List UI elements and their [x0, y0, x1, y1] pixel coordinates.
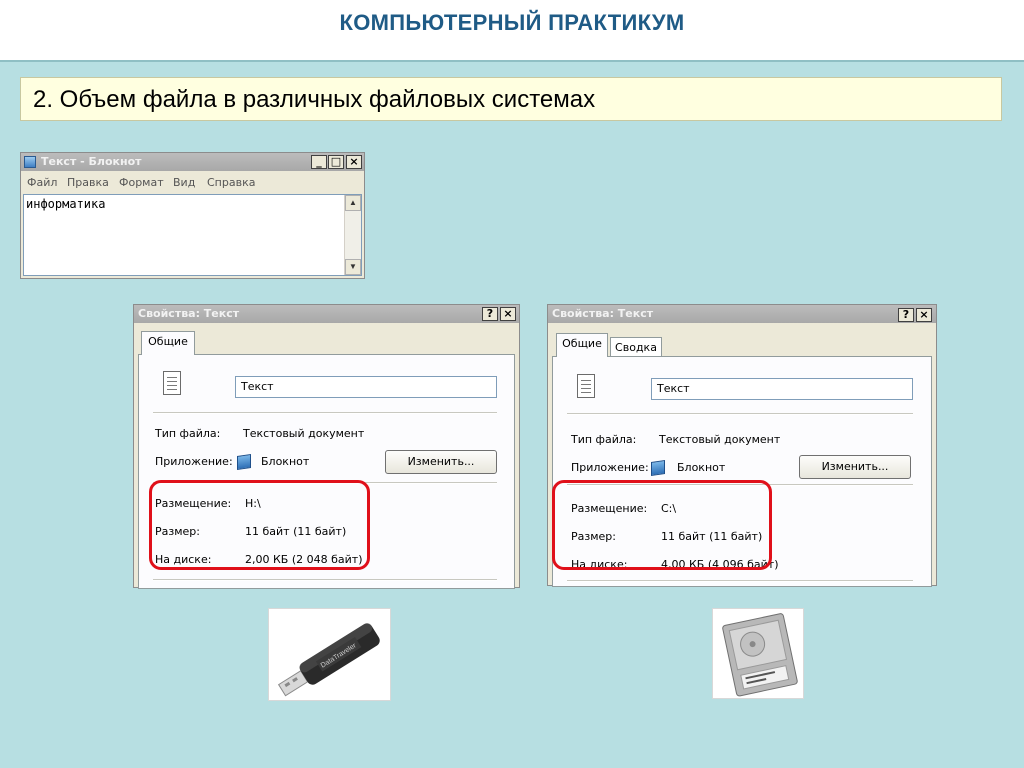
subtitle-text: 2. Объем файла в различных файловых сист…: [33, 86, 596, 113]
hard-disk-photo: [712, 608, 804, 699]
text-document-icon: [577, 374, 595, 398]
tab-summary[interactable]: Сводка: [610, 337, 662, 357]
close-button[interactable]: ×: [916, 308, 932, 322]
menu-file[interactable]: Файл: [27, 176, 57, 189]
tab-general[interactable]: Общие: [141, 331, 195, 355]
menu-help[interactable]: Справка: [207, 176, 255, 189]
scroll-up-icon[interactable]: ▲: [345, 195, 361, 211]
menu-view[interactable]: Вид: [173, 176, 195, 189]
hard-disk-drive-icon: [713, 609, 803, 698]
change-button[interactable]: Изменить...: [799, 455, 911, 479]
file-type-label: Тип файла:: [571, 433, 637, 446]
maximize-button[interactable]: □: [328, 155, 344, 169]
usb-flash-drive-icon: DataTraveler: [269, 609, 390, 700]
vertical-scrollbar[interactable]: ▲ ▼: [344, 195, 361, 275]
separator: [567, 580, 913, 582]
file-name-input[interactable]: Текст: [651, 378, 913, 400]
close-button[interactable]: ×: [500, 307, 516, 321]
usb-flash-drive-photo: DataTraveler: [268, 608, 391, 701]
application-label: Приложение:: [571, 461, 649, 474]
file-name-input[interactable]: Текст: [235, 376, 497, 398]
text-document-icon: [163, 371, 181, 395]
notepad-window: Текст - Блокнот _ □ × Файл Правка Формат…: [20, 152, 365, 279]
minimize-button[interactable]: _: [311, 155, 327, 169]
highlight-frame-left: [149, 480, 370, 570]
file-type-value: Текстовый документ: [659, 433, 781, 446]
dialog-left-titlebar[interactable]: Свойства: Текст ? ×: [134, 305, 519, 323]
menu-format[interactable]: Формат: [119, 176, 164, 189]
slide-header: КОМПЬЮТЕРНЫЙ ПРАКТИКУМ: [0, 0, 1024, 62]
notepad-icon: [24, 156, 36, 168]
scroll-down-icon[interactable]: ▼: [345, 259, 361, 275]
help-button[interactable]: ?: [898, 308, 914, 322]
application-value: Блокнот: [261, 455, 310, 468]
application-value: Блокнот: [677, 461, 726, 474]
slide-title: КОМПЬЮТЕРНЫЙ ПРАКТИКУМ: [339, 10, 685, 35]
menu-edit[interactable]: Правка: [67, 176, 109, 189]
notepad-content: информатика: [26, 197, 106, 211]
change-button[interactable]: Изменить...: [385, 450, 497, 474]
notepad-app-icon: [651, 460, 665, 476]
tab-general[interactable]: Общие: [556, 333, 608, 357]
notepad-title: Текст - Блокнот: [41, 155, 142, 168]
help-button[interactable]: ?: [482, 307, 498, 321]
dialog-right-titlebar[interactable]: Свойства: Текст ? ×: [548, 305, 936, 323]
file-type-value: Текстовый документ: [243, 427, 365, 440]
notepad-text-area[interactable]: информатика ▲ ▼: [23, 194, 362, 276]
separator: [153, 412, 497, 414]
application-label: Приложение:: [155, 455, 233, 468]
dialog-left-title: Свойства: Текст: [138, 307, 240, 320]
notepad-titlebar[interactable]: Текст - Блокнот _ □ ×: [21, 153, 364, 171]
notepad-app-icon: [237, 454, 251, 470]
file-type-label: Тип файла:: [155, 427, 221, 440]
subtitle-box: 2. Объем файла в различных файловых сист…: [20, 77, 1002, 121]
highlight-frame-right: [552, 480, 772, 570]
notepad-menubar: Файл Правка Формат Вид Справка: [21, 172, 364, 192]
close-button[interactable]: ×: [346, 155, 362, 169]
separator: [153, 579, 497, 581]
separator: [567, 413, 913, 415]
dialog-right-title: Свойства: Текст: [552, 307, 654, 320]
